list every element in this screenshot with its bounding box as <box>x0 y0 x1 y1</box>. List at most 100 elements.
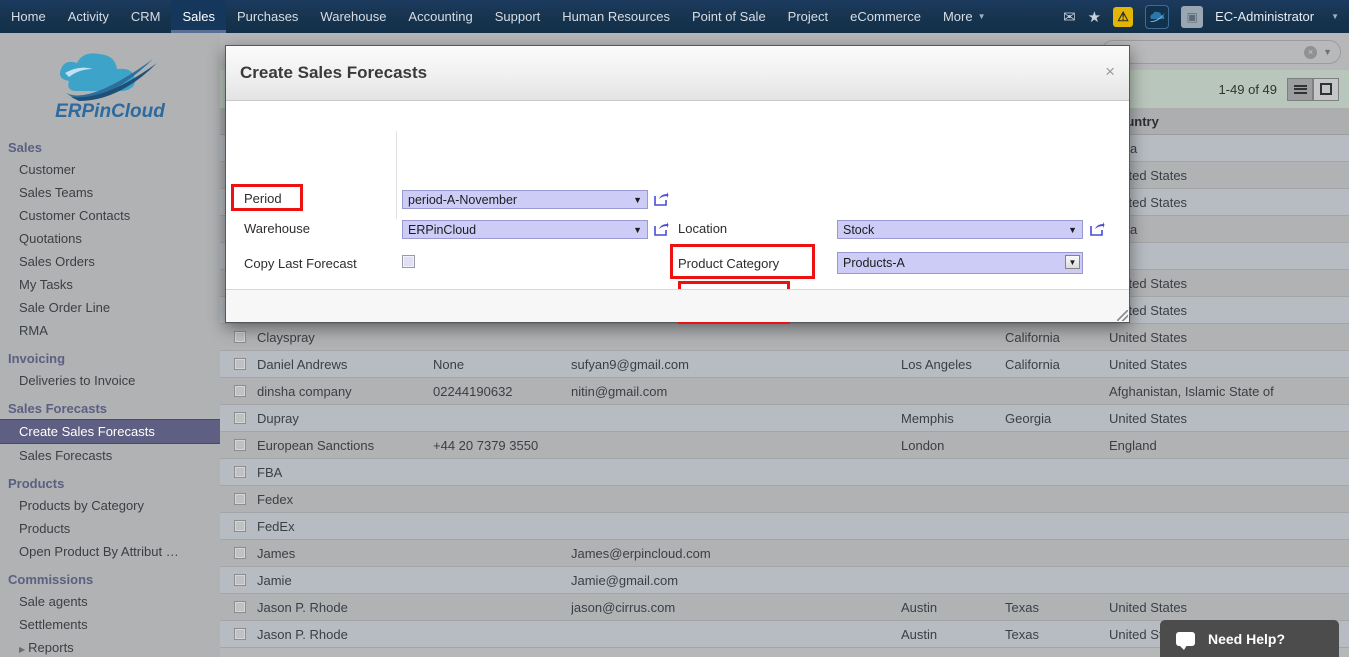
search-input[interactable]: × ▼ <box>1101 40 1341 64</box>
table-row[interactable]: FBA <box>220 459 1349 486</box>
sidebar-item-customer-contacts[interactable]: Customer Contacts <box>0 204 220 227</box>
row-checkbox[interactable] <box>234 331 246 343</box>
nav-item-purchases[interactable]: Purchases <box>226 0 309 33</box>
sidebar-item-products[interactable]: Products <box>0 517 220 540</box>
nav-item-warehouse[interactable]: Warehouse <box>309 0 397 33</box>
product-category-select[interactable]: Products-A ▼ <box>837 252 1083 274</box>
table-row[interactable]: James James@erpincloud.com <box>220 540 1349 567</box>
table-row[interactable]: Fedex <box>220 486 1349 513</box>
svg-text:ERPinCloud: ERPinCloud <box>55 101 165 122</box>
avatar[interactable]: ▣ <box>1181 5 1204 28</box>
sidebar-item-products-by-category[interactable]: Products by Category <box>0 494 220 517</box>
nav-item-project[interactable]: Project <box>777 0 839 33</box>
period-external-link-icon[interactable] <box>654 191 669 206</box>
cell-city: Austin <box>901 599 938 615</box>
nav-item-more[interactable]: More ▼ <box>932 0 997 33</box>
row-checkbox[interactable] <box>234 547 246 559</box>
cell-name: Jamie <box>257 572 292 588</box>
chevron-down-icon[interactable]: ▼ <box>1331 12 1339 21</box>
star-icon[interactable]: ★ <box>1088 8 1101 26</box>
row-checkbox[interactable] <box>234 412 246 424</box>
table-row[interactable]: dinsha company 02244190632 nitin@gmail.c… <box>220 378 1349 405</box>
cell-city: Los Angeles <box>901 356 972 372</box>
clear-search-icon[interactable]: × <box>1304 45 1318 59</box>
table-row[interactable]: European Sanctions +44 20 7379 3550 Lond… <box>220 432 1349 459</box>
nav-item-activity[interactable]: Activity <box>57 0 120 33</box>
table-row[interactable]: Dupray Memphis Georgia United States <box>220 405 1349 432</box>
warehouse-external-link-icon[interactable] <box>654 221 669 236</box>
form-column-divider <box>396 131 397 219</box>
dialog-title: Create Sales Forecasts <box>240 63 428 82</box>
chevron-down-icon: ▼ <box>977 12 986 21</box>
nav-item-home[interactable]: Home <box>0 0 57 33</box>
nav-item-accounting[interactable]: Accounting <box>397 0 483 33</box>
sidebar-item-customer[interactable]: Customer <box>0 158 220 181</box>
copy-last-forecast-label: Copy Last Forecast <box>244 256 357 271</box>
sidebar-section-invoicing: Invoicing <box>8 351 66 366</box>
table-row[interactable]: Jamie Jamie@gmail.com <box>220 567 1349 594</box>
sidebar-item-rma[interactable]: RMA <box>0 319 220 342</box>
card-view-icon[interactable] <box>1313 77 1339 101</box>
sidebar-item-sale-agents[interactable]: Sale agents <box>0 590 220 613</box>
chevron-down-icon: ▼ <box>1068 224 1077 235</box>
cell-email: Jamie@gmail.com <box>571 572 679 588</box>
sidebar-item-open-product-by-attribute[interactable]: Open Product By Attribut … <box>0 540 220 563</box>
period-select[interactable]: period-A-November ▼ <box>402 190 648 209</box>
cell-country: United States <box>1109 275 1188 291</box>
nav-item-sales[interactable]: Sales <box>171 0 226 33</box>
chevron-down-icon: ▼ <box>633 194 642 205</box>
close-icon[interactable]: × <box>1105 63 1115 80</box>
sidebar-item-sales-forecasts[interactable]: Sales Forecasts <box>0 444 220 467</box>
pagination-label: 1-49 of 49 <box>1218 81 1277 97</box>
location-select[interactable]: Stock ▼ <box>837 220 1083 239</box>
cell-country: India <box>1109 222 1349 237</box>
location-external-link-icon[interactable] <box>1090 221 1105 236</box>
sidebar-item-sales-orders[interactable]: Sales Orders <box>0 250 220 273</box>
sidebar-item-sale-order-line[interactable]: Sale Order Line <box>0 296 220 319</box>
user-menu-label[interactable]: EC-Administrator <box>1215 9 1314 24</box>
table-row[interactable]: Daniel Andrews None sufyan9@gmail.com Lo… <box>220 351 1349 378</box>
mail-icon[interactable]: ✉ <box>1063 8 1076 26</box>
nav-label: Activity <box>67 9 109 24</box>
row-checkbox[interactable] <box>234 574 246 586</box>
need-help-widget[interactable]: Need Help? <box>1160 620 1339 657</box>
sidebar-item-create-sales-forecasts[interactable]: Create Sales Forecasts <box>0 419 220 444</box>
nav-item-crm[interactable]: CRM <box>120 0 172 33</box>
cell-name: European Sanctions <box>257 437 375 453</box>
expand-triangle-icon: ▶ <box>19 645 26 654</box>
row-checkbox[interactable] <box>234 493 246 505</box>
table-row[interactable]: Jason P. Rhode jason@cirrus.com Austin T… <box>220 594 1349 621</box>
sidebar-item-deliveries-to-invoice[interactable]: Deliveries to Invoice <box>0 369 220 392</box>
column-header-country[interactable]: Country <box>1109 114 1349 129</box>
sidebar-item-quotations[interactable]: Quotations <box>0 227 220 250</box>
nav-item-ecommerce[interactable]: eCommerce <box>839 0 932 33</box>
row-checkbox[interactable] <box>234 466 246 478</box>
row-checkbox[interactable] <box>234 385 246 397</box>
sidebar-item-reports[interactable]: ▶ Reports <box>0 636 220 657</box>
row-checkbox[interactable] <box>234 520 246 532</box>
nav-item-point-of-sale[interactable]: Point of Sale <box>681 0 777 33</box>
row-checkbox[interactable] <box>234 628 246 640</box>
resize-handle[interactable] <box>1117 310 1128 321</box>
chevron-down-icon[interactable]: ▼ <box>1323 47 1332 57</box>
warning-icon[interactable]: ⚠ <box>1113 6 1134 27</box>
warehouse-select[interactable]: ERPinCloud ▼ <box>402 220 648 239</box>
nav-item-human-resources[interactable]: Human Resources <box>551 0 681 33</box>
nav-item-support[interactable]: Support <box>484 0 552 33</box>
table-row[interactable]: Clayspray California United States <box>220 324 1349 351</box>
cell-city: Memphis <box>901 410 954 426</box>
sidebar: ERPinCloud Sales Customer Sales Teams Cu… <box>0 33 220 657</box>
sidebar-item-my-tasks[interactable]: My Tasks <box>0 273 220 296</box>
list-view-icon[interactable] <box>1287 77 1313 101</box>
cloud-icon[interactable] <box>1145 4 1170 29</box>
table-row[interactable]: FedEx <box>220 513 1349 540</box>
product-category-label: Product Category <box>678 256 780 271</box>
product-category-value: Products-A <box>843 256 905 270</box>
row-checkbox[interactable] <box>234 358 246 370</box>
sidebar-item-sales-teams[interactable]: Sales Teams <box>0 181 220 204</box>
copy-last-forecast-checkbox[interactable] <box>402 255 415 268</box>
sidebar-item-settlements[interactable]: Settlements <box>0 613 220 636</box>
row-checkbox[interactable] <box>234 601 246 613</box>
cell-state: California <box>1005 356 1060 372</box>
row-checkbox[interactable] <box>234 439 246 451</box>
